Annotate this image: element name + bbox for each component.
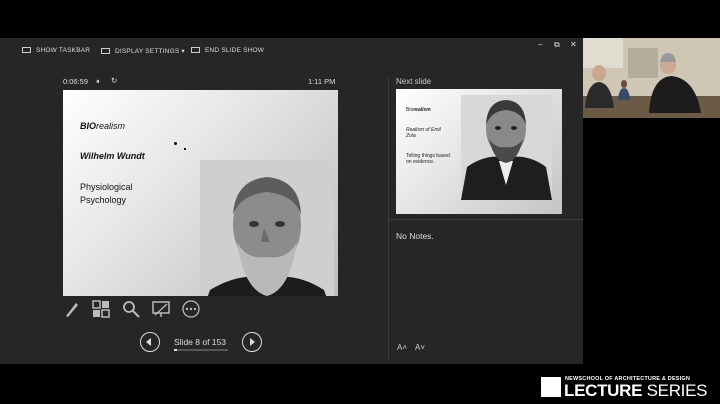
notes-separator [389,219,583,220]
next-slide-button[interactable] [242,332,262,352]
presenter-view: SHOW TASKBAR DISPLAY SETTINGS ▾ END SLID… [0,38,583,364]
show-taskbar-label: SHOW TASKBAR [36,47,91,54]
end-slide-show-button[interactable]: END SLIDE SHOW [191,47,264,54]
slides-grid-icon[interactable] [92,300,110,318]
end-show-icon [191,47,200,54]
display-settings-label: DISPLAY SETTINGS ▾ [115,48,185,55]
slide-title-bold: BIO [80,121,97,131]
slide-progress-bar [174,349,228,351]
zoom-icon[interactable] [122,300,140,318]
speaker-notes[interactable]: No Notes. [396,231,434,241]
webcam-feed [583,38,720,118]
show-taskbar-button[interactable]: SHOW TASKBAR [22,47,90,54]
previous-slide-button[interactable] [140,332,160,352]
restore-icon[interactable]: ⧉ [554,40,560,50]
increase-font-button[interactable]: A˄ [397,343,407,352]
decrease-font-button[interactable]: A˅ [415,343,425,352]
presenter-toolbar: SHOW TASKBAR DISPLAY SETTINGS ▾ END SLID… [0,38,583,65]
next-slide-preview[interactable]: Biorealism Realism of Emil Zola Telling … [396,89,562,214]
slide-title: BIOrealism [80,121,125,131]
pen-icon[interactable] [63,300,81,318]
pause-timer-icon[interactable]: ⏸ [96,77,100,87]
portrait-photo [200,160,334,296]
logo-title: LECTURE SERIES [564,381,707,401]
logo-mark-icon [541,377,561,397]
taskbar-icon [22,47,31,54]
elapsed-timer: 0:06:59 [63,77,89,86]
slide-topic-line2: Psychology [80,195,127,205]
slide-dot [184,148,186,150]
next-title-bold: realism [413,107,431,113]
next-slide-line3b: on evidence. [406,159,435,165]
next-slide-portrait [461,95,552,200]
logo-title-bold: LECTURE [564,381,643,400]
slide-dot [174,142,177,145]
display-icon [101,48,110,55]
slide-topic-line1: Physiological [80,182,133,192]
screen-icon[interactable] [152,300,170,318]
slide-counter[interactable]: Slide 8 of 153 [174,337,226,347]
current-slide[interactable]: BIOrealism Wilhelm Wundt Physiological P… [63,90,338,296]
logo-title-rest: SERIES [642,381,708,400]
slide-subject: Wilhelm Wundt [80,151,145,161]
next-slide-label: Next slide [396,77,432,86]
next-slide-title: Biorealism [406,107,431,113]
display-settings-button[interactable]: DISPLAY SETTINGS ▾ [101,47,185,55]
next-slide-line2b: Zola [406,133,416,139]
reset-timer-icon[interactable]: ↻ [111,76,117,85]
current-time: 1:11 PM [308,77,336,86]
more-icon[interactable] [182,300,200,318]
close-icon[interactable]: ✕ [570,40,577,49]
end-slide-show-label: END SLIDE SHOW [205,47,265,54]
lecture-series-logo: NEWSCHOOL OF ARCHITECTURE & DESIGN LECTU… [541,374,720,404]
slide-progress-fill [174,349,177,351]
slide-title-rest: realism [96,121,126,131]
minimize-icon[interactable]: – [538,40,542,49]
